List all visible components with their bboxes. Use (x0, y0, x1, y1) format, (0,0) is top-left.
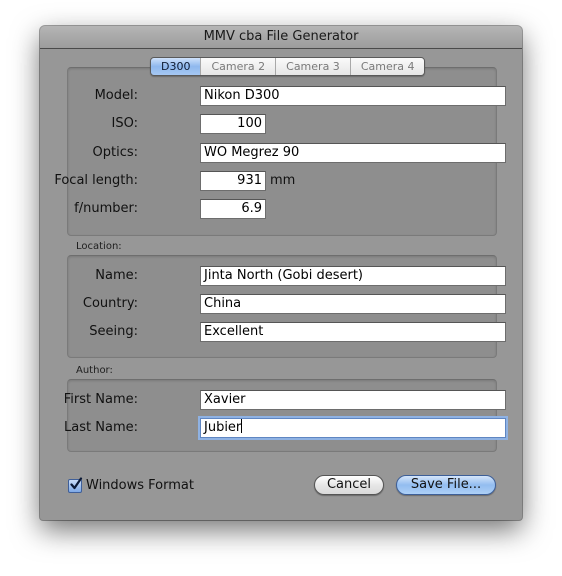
camera-tabs: D300 Camera 2 Camera 3 Camera 4 (150, 57, 426, 76)
focal-length-unit: mm (270, 173, 296, 188)
last-name-value: Jubier (204, 420, 242, 435)
country-field[interactable]: China (200, 294, 506, 314)
author-group: First Name: Xavier Last Name: Jubier (64, 379, 506, 452)
windows-format-checkbox[interactable] (68, 476, 83, 493)
model-row: Model: Nikon D300 (68, 86, 506, 106)
cancel-button[interactable]: Cancel (314, 475, 384, 495)
seeing-label: Seeing: (89, 324, 138, 339)
optics-label: Optics: (92, 145, 139, 160)
tab-camera-4[interactable]: Camera 4 (349, 58, 425, 75)
model-field[interactable]: Nikon D300 (200, 86, 506, 106)
last-name-label: Last Name: (64, 420, 138, 435)
focal-length-label: Focal length: (54, 173, 138, 188)
tab-camera-3[interactable]: Camera 3 (275, 58, 350, 75)
dialog-window: MMV cba File Generator Model: Nikon D300… (40, 26, 522, 520)
f-number-label: f/number: (74, 201, 138, 216)
iso-label: ISO: (111, 116, 138, 131)
location-group: Name: Jinta North (Gobi desert) Country:… (67, 255, 506, 358)
iso-row: ISO: 100 (68, 114, 496, 134)
text-caret (241, 419, 243, 433)
f-number-field[interactable]: 6.9 (200, 199, 266, 219)
location-name-row: Name: Jinta North (Gobi desert) (68, 266, 506, 286)
last-name-field[interactable]: Jubier (200, 418, 506, 438)
model-label: Model: (94, 88, 138, 103)
windows-format-label[interactable]: Windows Format (86, 478, 194, 493)
camera-group: Model: Nikon D300 ISO: 100 Optics: WO Me… (54, 67, 506, 236)
seeing-row: Seeing: Excellent (68, 322, 506, 342)
author-section-label: Author: (76, 365, 113, 376)
country-row: Country: China (68, 294, 506, 314)
first-name-field[interactable]: Xavier (200, 390, 506, 410)
location-name-label: Name: (95, 268, 138, 283)
checkmark-icon (70, 476, 83, 489)
tab-camera-2[interactable]: Camera 2 (200, 58, 276, 75)
optics-field[interactable]: WO Megrez 90 (200, 143, 506, 163)
first-name-label: First Name: (63, 392, 138, 407)
focal-length-field[interactable]: 931 (200, 171, 266, 191)
focal-length-row: Focal length: 931 mm (54, 171, 496, 191)
last-name-row: Last Name: Jubier (64, 418, 506, 438)
location-name-field[interactable]: Jinta North (Gobi desert) (200, 266, 506, 286)
location-section-label: Location: (76, 241, 122, 252)
window-title[interactable]: MMV cba File Generator (40, 26, 522, 49)
seeing-field[interactable]: Excellent (200, 322, 506, 342)
first-name-row: First Name: Xavier (64, 390, 506, 410)
windows-format-option[interactable]: Windows Format (68, 476, 194, 493)
f-number-row: f/number: 6.9 (68, 199, 496, 219)
country-label: Country: (82, 296, 138, 311)
optics-row: Optics: WO Megrez 90 (68, 143, 506, 163)
tab-d300[interactable]: D300 (151, 58, 201, 75)
save-file-button[interactable]: Save File... (396, 475, 496, 495)
iso-field[interactable]: 100 (200, 114, 266, 134)
